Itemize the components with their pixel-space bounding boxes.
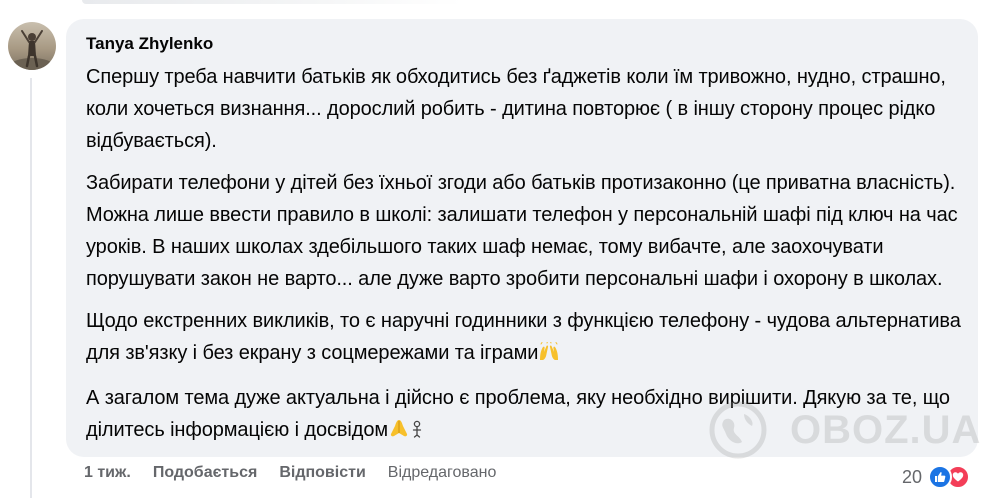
- person-symbol-icon: [410, 417, 424, 449]
- comment-paragraph-1: Спершу треба навчити батьків як обходити…: [86, 66, 946, 152]
- reactions-summary[interactable]: 20: [902, 465, 970, 489]
- comment-paragraph-2: Забирати телефони у дітей без їхньої зго…: [86, 172, 958, 290]
- comment-paragraph-3-text: Щодо екстренних викликів, то є наручні г…: [86, 310, 961, 364]
- comment-paragraph-4-text: А загалом тема дуже актуальна і дійсно є…: [86, 387, 950, 441]
- timestamp-link[interactable]: 1 тиж.: [84, 464, 131, 482]
- reply-button[interactable]: Відповісти: [279, 464, 365, 482]
- raised-hands-icon: [538, 340, 560, 372]
- like-icon: [928, 465, 952, 489]
- comment-author[interactable]: Tanya Zhylenko: [86, 33, 964, 55]
- comment-paragraph-4: А загалом тема дуже актуальна і дійсно є…: [86, 382, 964, 449]
- like-button[interactable]: Подобається: [153, 464, 258, 482]
- comment-paragraph-3: Щодо екстренних викликів, то є наручні г…: [86, 305, 964, 372]
- edited-label: Відредаговано: [387, 464, 497, 481]
- previous-comment-edge: [0, 0, 984, 8]
- reaction-count: 20: [901, 466, 922, 487]
- thread-line: [30, 78, 32, 498]
- comment-bubble: Tanya Zhylenko Спершу треба навчити бать…: [66, 19, 978, 457]
- folded-hands-icon: [388, 417, 410, 449]
- comment-actions: 1 тиж. Подобається Відповісти Відредагов…: [84, 462, 518, 484]
- avatar[interactable]: [8, 22, 56, 70]
